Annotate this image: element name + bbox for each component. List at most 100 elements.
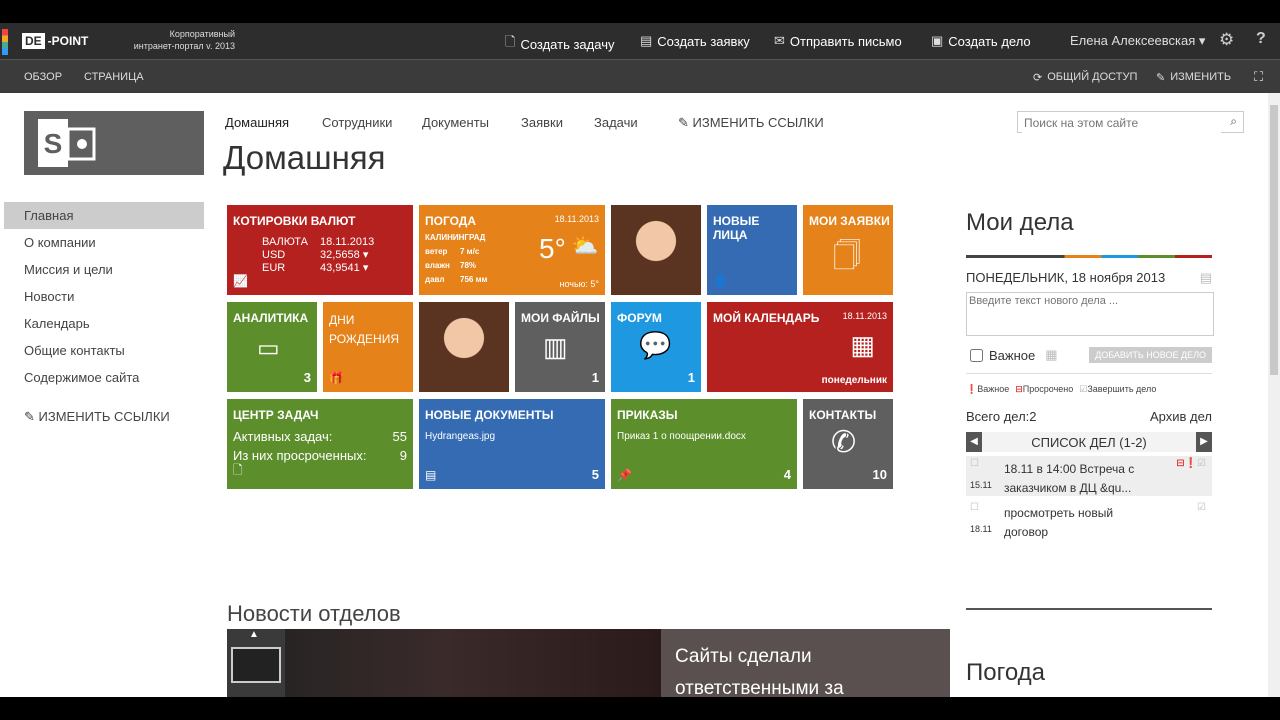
complete-icon[interactable]: ☑	[1197, 458, 1206, 469]
new-document-file[interactable]: Hydrangeas.jpg	[425, 431, 495, 442]
deal-text-line2: договор	[1004, 525, 1049, 539]
news-thumbnail[interactable]	[231, 647, 281, 683]
tab-page[interactable]: СТРАНИЦА	[84, 71, 144, 83]
tile-forum[interactable]: ФОРУМ 💬 1	[611, 302, 701, 392]
currency-usd-label: USD	[262, 249, 286, 261]
new-deal-input[interactable]	[966, 292, 1214, 336]
tile-my-files[interactable]: МОИ ФАЙЛЫ ▥ 1	[515, 302, 605, 392]
edit-page-button[interactable]: ✎ ИЗМЕНИТЬ	[1156, 71, 1231, 84]
site-search: ⌕	[1017, 111, 1244, 133]
create-task-button[interactable]: 🗋 Создать задачу	[505, 33, 614, 55]
deal-date: 18.11	[970, 524, 992, 534]
edit-links-top[interactable]: ✎ ИЗМЕНИТЬ ССЫЛКИ	[678, 115, 824, 131]
tile-my-requests[interactable]: МОИ ЗАЯВКИ 🗍	[803, 205, 893, 295]
tile-title: НОВЫЕ ДОКУМЕНТЫ	[425, 408, 554, 422]
envelope-icon: ✉	[774, 33, 785, 48]
tile-title: ФОРУМ	[617, 311, 662, 325]
tile-title: МОИ ЗАЯВКИ	[809, 214, 890, 228]
left-nav-mission[interactable]: Миссия и цели	[4, 256, 204, 283]
tab-browse[interactable]: ОБЗОР	[24, 71, 62, 83]
scrollbar[interactable]	[1268, 93, 1280, 697]
tile-analytics[interactable]: АНАЛИТИКА ▭ 3	[227, 302, 317, 392]
send-mail-button[interactable]: ✉ Отправить письмо	[774, 33, 902, 49]
nav-employees[interactable]: Сотрудники	[322, 115, 392, 130]
nav-tasks[interactable]: Задачи	[594, 115, 638, 130]
deals-archive-link[interactable]: Архив дел	[1150, 409, 1212, 424]
tile-weather[interactable]: ПОГОДА 18.11.2013 КАЛИНИНГРАД ветер 7 м/с…	[419, 205, 605, 295]
divider	[966, 608, 1212, 610]
nav-documents[interactable]: Документы	[422, 115, 489, 130]
nav-requests[interactable]: Заявки	[521, 115, 563, 130]
order-file[interactable]: Приказ 1 о поощрении.docx	[617, 431, 746, 442]
create-request-label: Создать заявку	[657, 33, 750, 49]
deal-checkbox-icon[interactable]: ☐	[970, 502, 979, 513]
tile-currency[interactable]: КОТИРОВКИ ВАЛЮТ ВАЛЮТА 18.11.2013 USD 32,5…	[227, 205, 413, 295]
left-nav-edit-links[interactable]: ✎ ИЗМЕНИТЬ ССЫЛКИ	[4, 403, 204, 430]
user-menu[interactable]: Елена Алексеевская ▾	[1070, 33, 1205, 49]
left-nav-news[interactable]: Новости	[4, 283, 204, 310]
tile-my-calendar[interactable]: МОЙ КАЛЕНДАРЬ 18.11.2013 ▦ понедельник	[707, 302, 893, 392]
up-arrow-icon[interactable]: ▲	[249, 629, 259, 640]
active-tasks-value: 55	[392, 429, 407, 444]
tile-photo-employee[interactable]	[611, 205, 701, 295]
task-stats: Активных задач: 55 Из них просроченных: 9	[233, 427, 407, 465]
tile-contacts[interactable]: КОНТАКТЫ ✆ 10	[803, 399, 893, 489]
tile-photo-employee[interactable]	[419, 302, 509, 392]
left-nav-contacts[interactable]: Общие контакты	[4, 337, 204, 364]
document-icon: 🗋	[505, 34, 516, 49]
tile-task-center[interactable]: ЦЕНТР ЗАДАЧ Активных задач: 55 Из них про…	[227, 399, 413, 489]
left-nav-home[interactable]: Главная	[4, 202, 204, 229]
deal-checkbox-icon[interactable]: ☐	[970, 458, 979, 469]
important-checkbox[interactable]	[970, 348, 983, 362]
add-deal-button[interactable]: ДОБАВИТЬ НОВОЕ ДЕЛО	[1089, 347, 1212, 363]
nav-home[interactable]: Домашняя	[225, 115, 289, 130]
news-headline-line2: ответственными за	[675, 678, 844, 697]
person-icon: 👤	[713, 274, 728, 288]
create-deal-button[interactable]: ▣ Создать дело	[931, 33, 1031, 49]
news-slider[interactable]: ▲ Сайты сделали ответственными за	[227, 629, 950, 697]
calendar-icon[interactable]: ▤	[1200, 270, 1212, 286]
currency-usd-value: 32,5658	[320, 249, 360, 261]
help-icon[interactable]: ?	[1256, 30, 1266, 48]
create-request-button[interactable]: ▤ Создать заявку	[640, 33, 750, 49]
deals-legend: ❗Важное ⊟Просрочено ☑Завершить дело	[966, 384, 1212, 395]
search-icon[interactable]: ⌕	[1230, 114, 1237, 129]
date-picker-icon[interactable]: ▦	[1045, 347, 1057, 363]
left-nav-company[interactable]: О компании	[4, 229, 204, 256]
ribbon-bar: ОБЗОР СТРАНИЦА ⟳ ОБЩИЙ ДОСТУП ✎ ИЗМЕНИТЬ ⛶	[0, 59, 1280, 93]
complete-icon[interactable]: ☑	[1197, 502, 1206, 513]
tile-birthdays[interactable]: ДНИ РОЖДЕНИЯ 🎁	[323, 302, 413, 392]
weather-section-title: Погода	[966, 659, 1045, 686]
next-page-button[interactable]: ▶	[1195, 432, 1212, 452]
gift-icon: 🎁	[329, 371, 344, 385]
search-input[interactable]	[1022, 113, 1221, 133]
share-button[interactable]: ⟳ ОБЩИЙ ДОСТУП	[1033, 71, 1137, 84]
deal-date: 15.11	[970, 480, 992, 490]
prev-page-button[interactable]: ◀	[966, 432, 982, 452]
pressure-value: 756 мм	[460, 275, 488, 284]
suite-bar: DE -POINT Корпоративный интранет-портал …	[0, 23, 1280, 59]
form-icon: ▤	[640, 33, 653, 48]
task-document-icon: 🗋	[233, 463, 243, 477]
focus-icon[interactable]: ⛶	[1254, 69, 1263, 85]
deal-item[interactable]: ☐ 15.11 18.11 в 14:00 Встреча с заказчико…	[966, 456, 1212, 496]
humidity-label: влажн	[425, 261, 450, 270]
news-headline[interactable]: Сайты сделали ответственными за	[675, 641, 844, 697]
left-nav-site-contents[interactable]: Содержимое сайта	[4, 364, 204, 391]
tile-new-faces[interactable]: НОВЫЕ ЛИЦА 👤	[707, 205, 797, 295]
tile-orders[interactable]: ПРИКАЗЫ Приказ 1 о поощрении.docx 📌 4	[611, 399, 797, 489]
deal-text: просмотреть новый договор	[1004, 504, 1113, 542]
tile-count: 5	[591, 467, 599, 482]
sharepoint-logo[interactable]: S	[24, 111, 204, 175]
scrollbar-thumb[interactable]	[1270, 105, 1278, 375]
deal-item[interactable]: ☐ 18.11 просмотреть новый договор ☑	[966, 500, 1212, 540]
gear-icon[interactable]: ⚙	[1219, 30, 1234, 50]
logo-de: DE	[22, 33, 45, 49]
tile-title: ЦЕНТР ЗАДАЧ	[233, 408, 319, 422]
user-name: Елена Алексеевская	[1070, 33, 1196, 48]
color-bar	[966, 255, 1212, 258]
birthdays-title-1: ДНИ	[329, 313, 355, 327]
tile-new-documents[interactable]: НОВЫЕ ДОКУМЕНТЫ Hydrangeas.jpg ▤ 5	[419, 399, 605, 489]
left-nav-calendar[interactable]: Календарь	[4, 310, 204, 337]
de-point-logo[interactable]: DE -POINT	[22, 31, 88, 51]
